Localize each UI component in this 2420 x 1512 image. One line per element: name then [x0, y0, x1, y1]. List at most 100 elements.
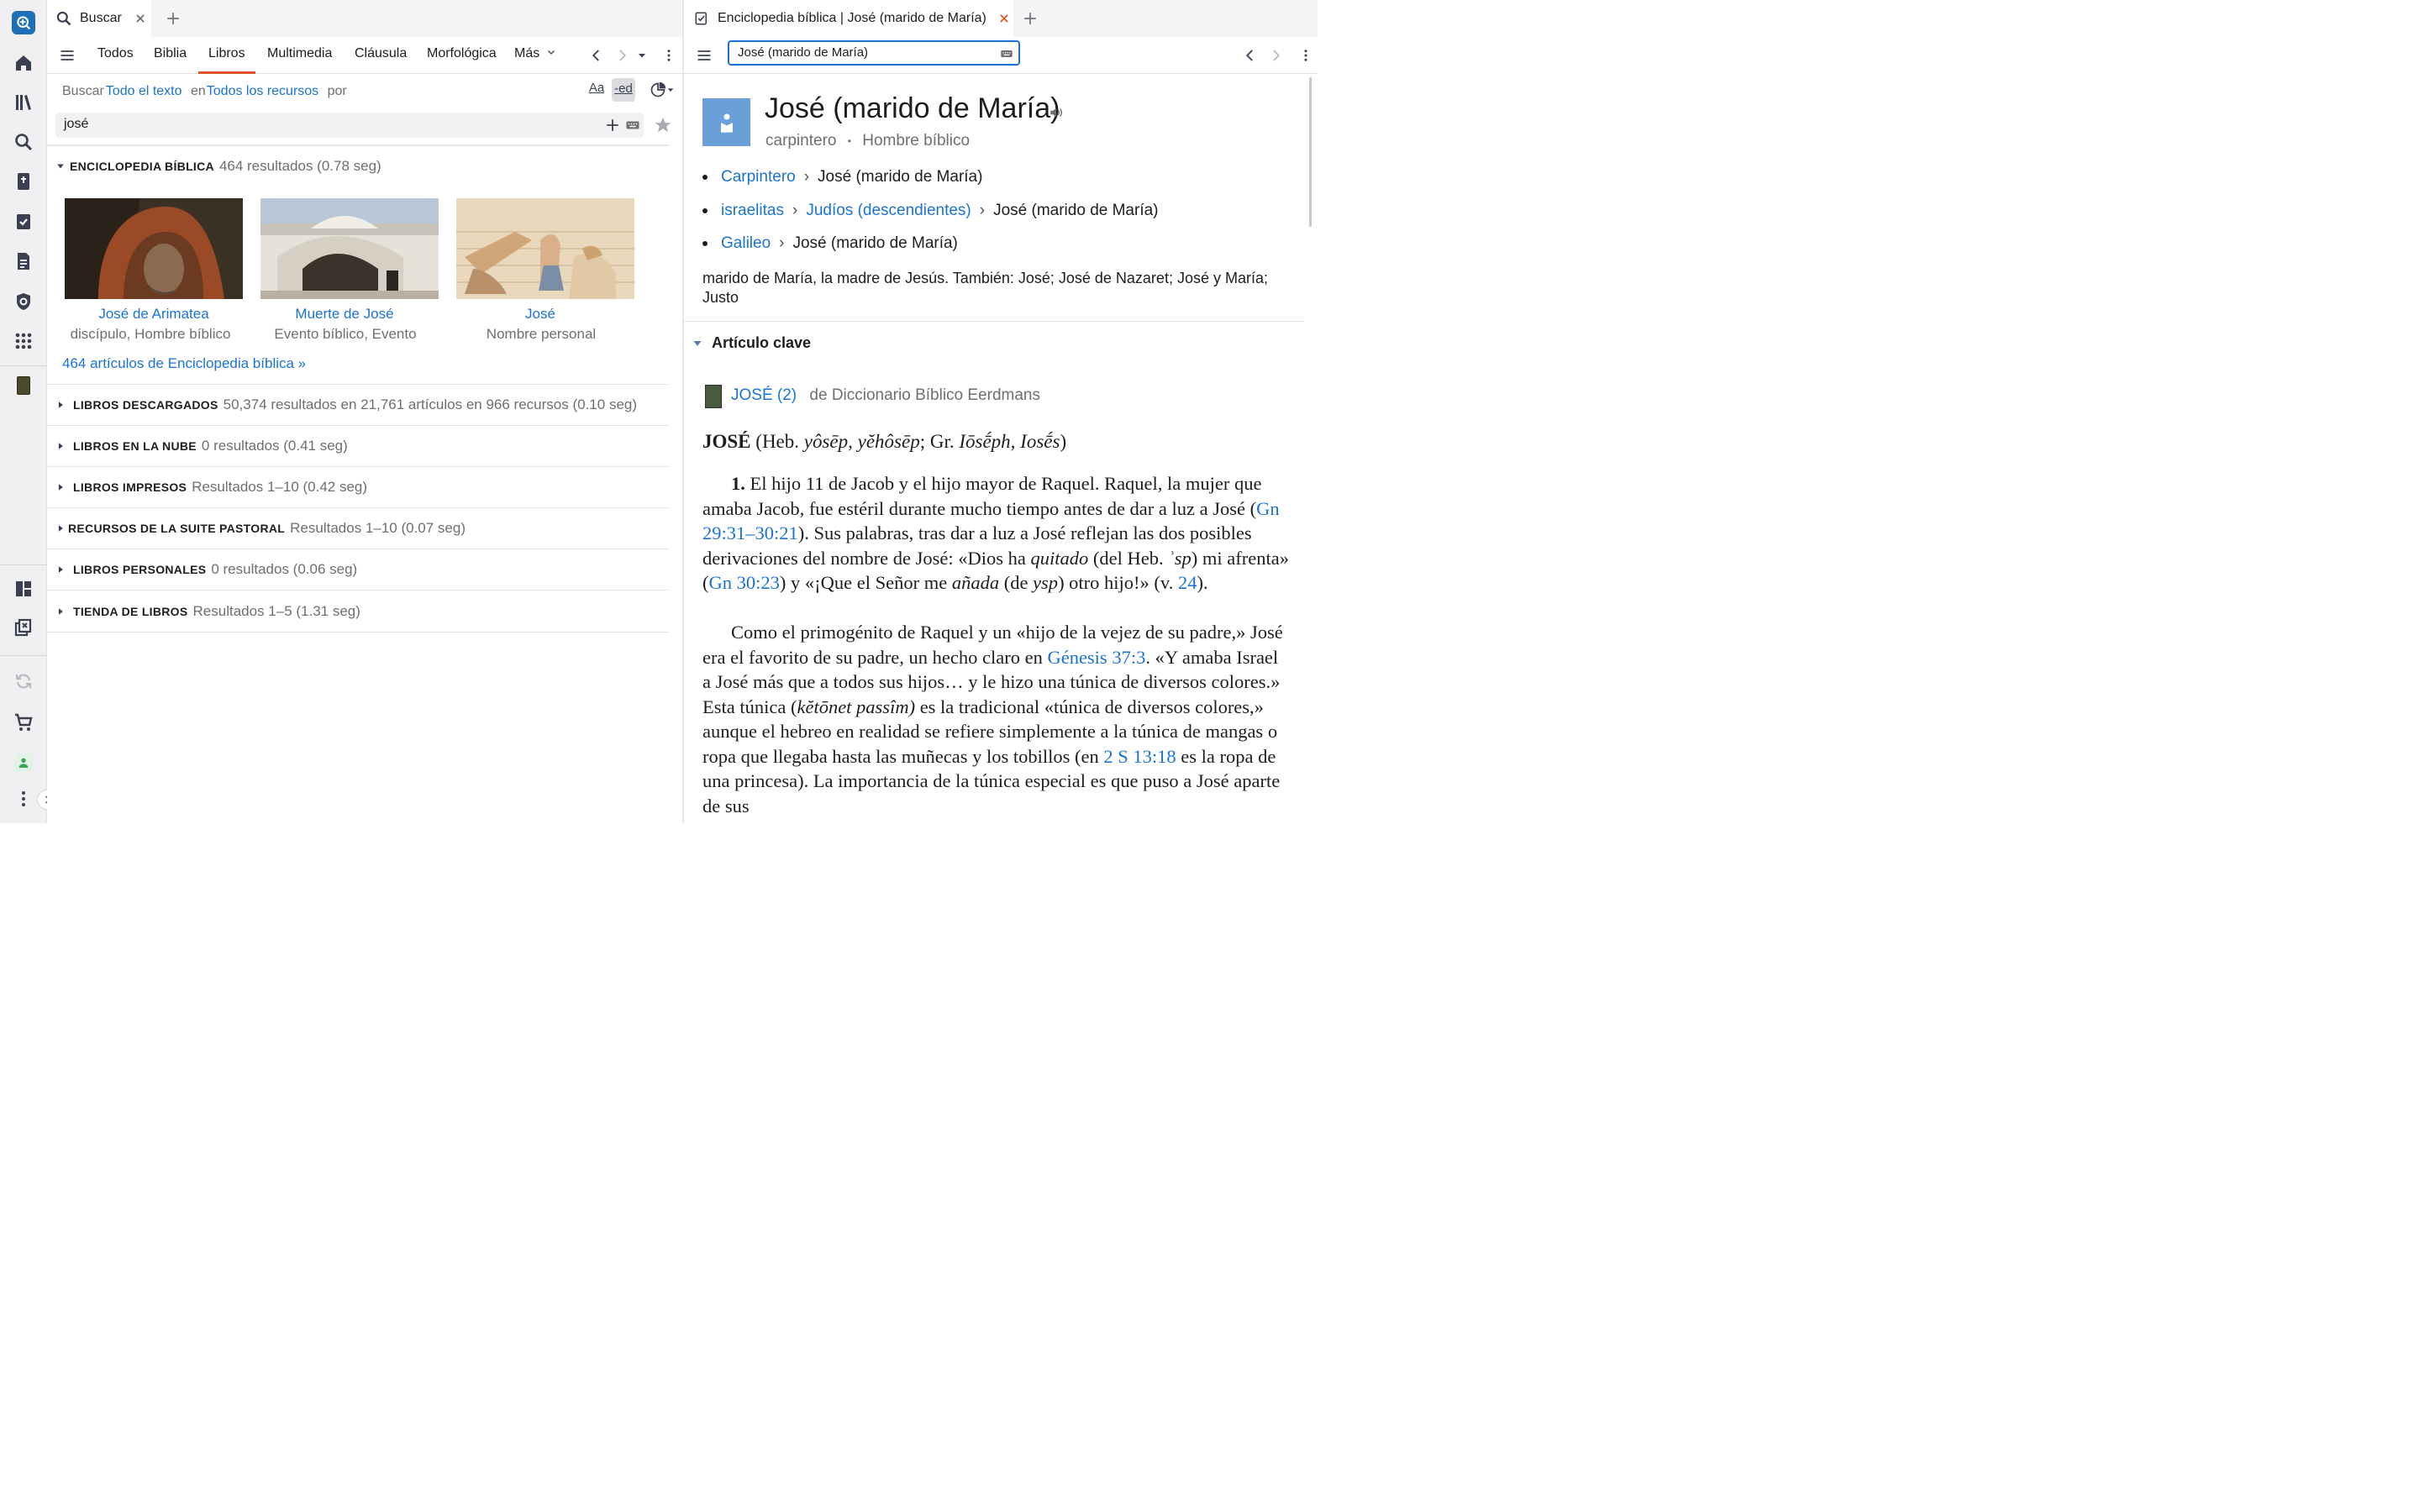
profile-icon[interactable]	[8, 748, 39, 778]
breadcrumb-link[interactable]: Judíos (descendientes)	[806, 202, 971, 219]
article-description: marido de María, la madre de Jesús. Tamb…	[702, 270, 1268, 306]
tab-biblia[interactable]: Biblia	[154, 37, 187, 74]
entry-paragraph-1: 1. El hijo 11 de Jacob y el hijo mayor d…	[702, 471, 1289, 596]
thumbnail-muerte-de-jose[interactable]	[260, 198, 439, 299]
tab-clausula[interactable]: Cláusula	[355, 37, 407, 74]
sync-icon[interactable]	[8, 666, 39, 696]
section-libros-en-la-nube[interactable]: LIBROS EN LA NUBE 0 resultados (0.41 seg…	[47, 426, 669, 467]
entry-text: ).	[1197, 572, 1208, 593]
panel-options-button[interactable]	[1296, 45, 1316, 66]
search-input[interactable]: josé	[64, 117, 88, 132]
left-tab-strip: Buscar	[47, 0, 682, 37]
tools-grid-icon[interactable]	[8, 326, 39, 356]
search-input-box[interactable]: josé	[55, 113, 644, 138]
stemming-toggle[interactable]: -ed	[612, 78, 635, 102]
entry-italic: ysp	[1033, 572, 1059, 593]
match-case-toggle[interactable]: Aa	[587, 81, 607, 99]
panel-menu-button[interactable]	[57, 45, 77, 66]
caret-right-icon	[58, 525, 63, 532]
section-title: LIBROS DESCARGADOS	[73, 398, 218, 412]
more-vertical-icon[interactable]	[8, 784, 39, 814]
section-meta: 50,374 resultados en 21,761 artículos en…	[223, 396, 638, 412]
close-panels-icon[interactable]	[8, 612, 39, 643]
thumbnail-jose[interactable]	[456, 198, 634, 299]
favorite-star-icon[interactable]	[654, 116, 672, 134]
speaker-icon[interactable]	[1049, 105, 1064, 120]
scope-resources-link[interactable]: Todos los recursos	[207, 84, 318, 98]
tab-morfologica[interactable]: Morfológica	[427, 37, 497, 74]
thumbnail-jose-de-arimatea[interactable]	[65, 198, 243, 299]
new-tab-button[interactable]	[163, 8, 183, 29]
caret-down-icon	[693, 340, 702, 346]
article-title: José (marido de María)	[765, 92, 1060, 124]
keyboard-icon[interactable]	[625, 118, 640, 133]
article-search-input[interactable]: José (marido de María)	[728, 40, 1020, 66]
tab-encyclopedia[interactable]: Enciclopedia bíblica | José (marido de M…	[684, 0, 1013, 37]
tab-libros[interactable]: Libros	[198, 37, 255, 74]
scripture-link[interactable]: 2 S 13:18	[1103, 746, 1176, 767]
search-icon[interactable]	[8, 127, 39, 157]
section-title: RECURSOS DE LA SUITE PASTORAL	[68, 522, 286, 535]
book-cover-icon[interactable]	[8, 370, 39, 401]
key-article-header[interactable]: Artículo clave	[692, 334, 811, 352]
panel-menu-button[interactable]	[694, 45, 714, 66]
section-libros-descargados[interactable]: LIBROS DESCARGADOS 50,374 resultados en …	[47, 385, 669, 426]
section-title: LIBROS IMPRESOS	[73, 480, 187, 494]
breadcrumb-link[interactable]: Galileo	[721, 234, 771, 252]
search-options-button[interactable]	[649, 79, 676, 101]
entry-greek: Iōsḗph, Iosḗs	[959, 431, 1060, 452]
scripture-link[interactable]: Gn 30:23	[709, 572, 780, 593]
close-tab-icon[interactable]	[134, 13, 146, 24]
section-tienda-de-libros[interactable]: TIENDA DE LIBROS Resultados 1–5 (1.31 se…	[47, 591, 669, 633]
back-button[interactable]	[587, 45, 607, 66]
card-title-3[interactable]: José	[439, 306, 641, 323]
library-icon[interactable]	[8, 87, 39, 118]
section-recursos-suite-pastoral[interactable]: RECURSOS DE LA SUITE PASTORAL Resultados…	[47, 508, 669, 549]
forward-button[interactable]	[612, 45, 632, 66]
entry-italic: ʾsp	[1168, 547, 1192, 569]
back-button[interactable]	[1240, 45, 1260, 66]
new-tab-button[interactable]	[1020, 8, 1040, 29]
encyclopedia-title: ENCICLOPEDIA BÍBLICA	[70, 160, 214, 173]
document-icon[interactable]	[8, 246, 39, 276]
encyclopedia-section-header[interactable]: ENCICLOPEDIA BÍBLICA 464 resultados (0.7…	[47, 155, 669, 178]
scope-kind-link[interactable]: Todo el texto	[106, 84, 182, 98]
pie-options-icon	[650, 81, 666, 97]
section-title: LIBROS EN LA NUBE	[73, 439, 197, 453]
card-title-2[interactable]: Muerte de José	[244, 306, 445, 323]
forward-button[interactable]	[1265, 45, 1286, 66]
app-logo-icon[interactable]	[8, 8, 39, 38]
tab-todos[interactable]: Todos	[97, 37, 134, 74]
panel-options-button[interactable]	[659, 45, 679, 66]
caret-right-icon	[58, 484, 63, 491]
app-sidebar	[0, 0, 57, 823]
more-encyclopedia-link[interactable]: 464 artículos de Enciclopedia bíblica »	[62, 355, 306, 372]
card-title-1[interactable]: José de Arimatea	[53, 306, 255, 323]
scripture-link[interactable]: Génesis 37:3	[1047, 647, 1145, 668]
section-libros-personales[interactable]: LIBROS PERSONALES 0 resultados (0.06 seg…	[47, 549, 669, 591]
keyboard-icon[interactable]	[1000, 47, 1013, 60]
history-dropdown-button[interactable]	[634, 47, 650, 64]
layouts-icon[interactable]	[8, 574, 39, 604]
chevron-down-icon	[547, 50, 555, 55]
close-tab-icon[interactable]	[998, 13, 1010, 24]
scrollbar-thumb[interactable]	[1309, 77, 1312, 227]
cart-icon[interactable]	[8, 707, 39, 738]
entry-text: (de	[999, 572, 1034, 593]
key-article-link[interactable]: JOSÉ (2)	[731, 386, 797, 404]
rail-divider	[0, 564, 47, 565]
article-search-value[interactable]: José (marido de María)	[738, 45, 868, 60]
tab-search[interactable]: Buscar	[47, 0, 151, 37]
section-libros-impresos[interactable]: LIBROS IMPRESOS Resultados 1–10 (0.42 se…	[47, 467, 669, 508]
tab-mas[interactable]: Más	[514, 37, 556, 74]
tab-multimedia[interactable]: Multimedia	[267, 37, 332, 74]
factbook-icon[interactable]	[8, 286, 39, 317]
scripture-link[interactable]: 24	[1178, 572, 1197, 593]
breadcrumb-link[interactable]: israelitas	[721, 202, 784, 219]
add-term-icon[interactable]	[605, 118, 620, 133]
breadcrumb-link[interactable]: Carpintero	[721, 168, 796, 186]
reading-plan-icon[interactable]	[8, 207, 39, 237]
card-subtitle-2: Evento bíblico, Evento	[274, 326, 417, 342]
bible-icon[interactable]	[8, 166, 39, 197]
home-icon[interactable]	[8, 48, 39, 78]
